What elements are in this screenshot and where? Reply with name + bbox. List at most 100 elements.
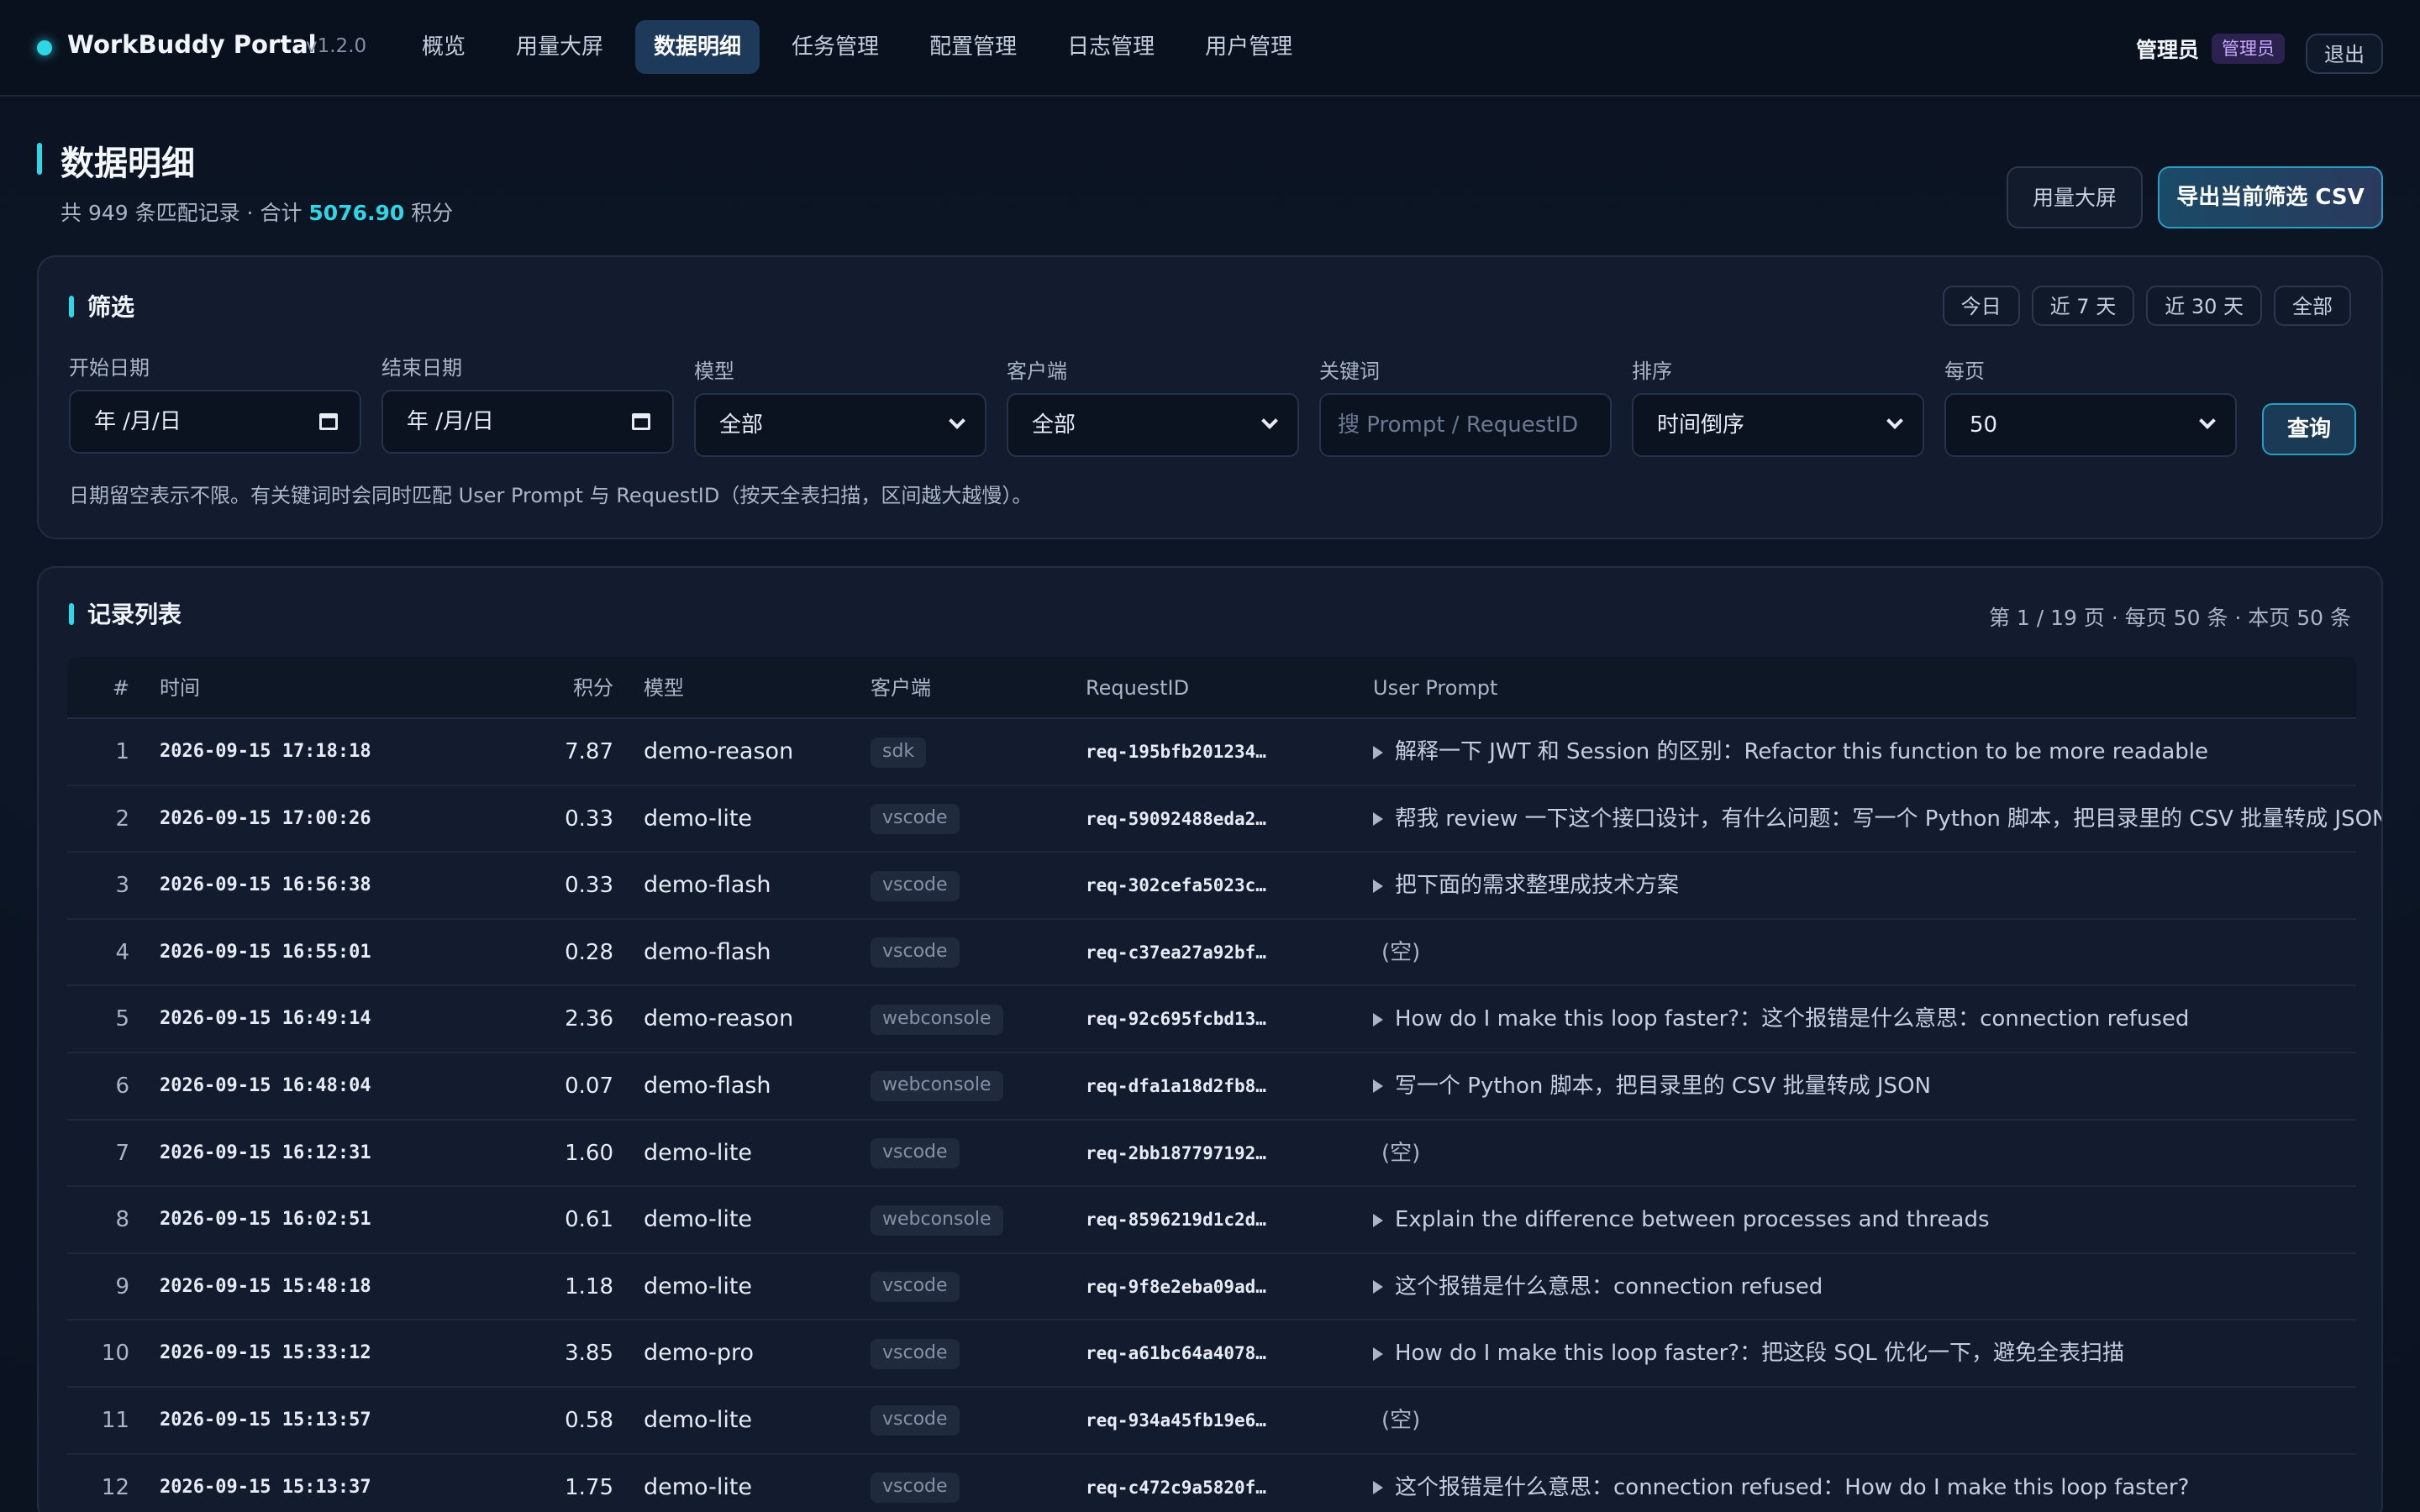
col-requestid-header[interactable]: RequestID xyxy=(1086,657,1189,719)
nav-user-management[interactable]: 用户管理 xyxy=(1186,20,1311,74)
row-request-id[interactable]: req-dfa1a18d2fb8… xyxy=(1086,1053,1266,1119)
end-date-input[interactable]: 年 /月/日 xyxy=(381,390,674,454)
row-prompt[interactable]: 写一个 Python 脚本，把目录里的 CSV 批量转成 JSON xyxy=(1373,1053,1931,1119)
table-row[interactable]: 4 2026-09-15 16:55:01 0.28 demo-flash vscode… xyxy=(67,920,2356,987)
row-request-id[interactable]: req-c37ea27a92bf… xyxy=(1086,920,1266,985)
client-tag: vscode xyxy=(871,1473,960,1504)
table-row[interactable]: 8 2026-09-15 16:02:51 0.61 demo-lite webcons… xyxy=(67,1187,2356,1254)
table-row[interactable]: 11 2026-09-15 15:13:57 0.58 demo-lite vscode… xyxy=(67,1388,2356,1455)
row-prompt[interactable]: 这个报错是什么意思：connection refused xyxy=(1373,1254,1823,1320)
table-header: # 时间 积分 模型 客户端 RequestID User Prompt xyxy=(67,657,2356,719)
row-prompt[interactable]: 帮我 review 一下这个接口设计，有什么问题：写一个 Python 脚本，把… xyxy=(1373,786,2381,852)
row-model: demo-flash xyxy=(644,872,771,899)
usage-dashboard-button[interactable]: 用量大屏 xyxy=(2007,166,2143,228)
nav-config-management[interactable]: 配置管理 xyxy=(911,20,1035,74)
model-label: 模型 xyxy=(694,360,734,383)
row-prompt-text: How do I make this loop faster?：这个报错是什么意… xyxy=(1395,1006,2190,1032)
brand-version: v1.2.0 xyxy=(306,35,367,57)
client-tag: vscode xyxy=(871,804,960,835)
expand-triangle-icon[interactable] xyxy=(1373,1347,1383,1361)
records-accent-bar xyxy=(69,603,74,625)
nav-data-detail[interactable]: 数据明细 xyxy=(635,20,760,74)
table-row[interactable]: 1 2026-09-15 17:18:18 7.87 demo-reason sdk re… xyxy=(67,719,2356,786)
range-30d-button[interactable]: 近 30 天 xyxy=(2146,286,2262,326)
logout-button[interactable]: 退出 xyxy=(2306,34,2383,74)
export-csv-button[interactable]: 导出当前筛选 CSV xyxy=(2158,166,2383,228)
row-client: vscode xyxy=(871,1455,960,1512)
row-prompt[interactable]: How do I make this loop faster?：把这段 SQL … xyxy=(1373,1320,2124,1386)
expand-triangle-icon[interactable] xyxy=(1373,745,1383,759)
row-request-id[interactable]: req-a61bc64a4078… xyxy=(1086,1320,1266,1386)
col-time-header[interactable]: 时间 xyxy=(160,657,200,719)
row-points: 0.28 xyxy=(565,939,613,965)
row-request-id[interactable]: req-302cefa5023c… xyxy=(1086,853,1266,918)
row-client: webconsole xyxy=(871,1053,1003,1119)
records-panel: 记录列表 第 1 / 19 页 · 每页 50 条 · 本页 50 条 # 时间… xyxy=(37,566,2383,1512)
row-prompt[interactable]: 把下面的需求整理成技术方案 xyxy=(1373,853,1679,918)
row-client: vscode xyxy=(871,853,960,918)
query-button[interactable]: 查询 xyxy=(2262,403,2356,455)
row-request-id[interactable]: req-9f8e2eba09ad… xyxy=(1086,1254,1266,1320)
row-request-id[interactable]: req-59092488eda2… xyxy=(1086,786,1266,852)
records-title: 记录列表 xyxy=(87,601,182,628)
expand-triangle-icon[interactable] xyxy=(1373,879,1383,893)
calendar-icon[interactable] xyxy=(632,413,650,430)
table-row[interactable]: 10 2026-09-15 15:33:12 3.85 demo-pro vscode r… xyxy=(67,1320,2356,1388)
expand-triangle-icon[interactable] xyxy=(1373,812,1383,827)
table-row[interactable]: 5 2026-09-15 16:49:14 2.36 demo-reason webco… xyxy=(67,986,2356,1053)
brand-name[interactable]: WorkBuddy Portal xyxy=(67,30,317,59)
calendar-icon[interactable] xyxy=(319,413,338,430)
start-date-value: 年 /月/日 xyxy=(94,409,182,434)
range-7d-button[interactable]: 近 7 天 xyxy=(2031,286,2135,326)
row-prompt[interactable]: 这个报错是什么意思：connection refused：How do I ma… xyxy=(1373,1455,2189,1512)
start-date-input[interactable]: 年 /月/日 xyxy=(69,390,361,454)
row-time: 2026-09-15 15:13:57 xyxy=(160,1409,371,1431)
table-row[interactable]: 2 2026-09-15 17:00:26 0.33 demo-lite vscode r… xyxy=(67,786,2381,853)
row-points: 0.33 xyxy=(565,873,613,899)
row-prompt[interactable]: How do I make this loop faster?：这个报错是什么意… xyxy=(1373,986,2189,1052)
per-page-select[interactable]: 50 xyxy=(1944,393,2237,457)
col-client-header[interactable]: 客户端 xyxy=(871,657,931,719)
sort-select[interactable]: 时间倒序 xyxy=(1632,393,1924,457)
client-select[interactable]: 全部 xyxy=(1007,393,1299,457)
row-request-id[interactable]: req-934a45fb19e6… xyxy=(1086,1388,1266,1453)
row-prompt-text: Explain the difference between processes… xyxy=(1395,1207,1990,1233)
range-all-button[interactable]: 全部 xyxy=(2274,286,2351,326)
col-points-header[interactable]: 积分 xyxy=(563,657,613,719)
row-points: 1.60 xyxy=(565,1140,613,1166)
summary-prefix: 共 949 条匹配记录 · 合计 xyxy=(60,201,302,225)
row-request-id[interactable]: req-8596219d1c2d… xyxy=(1086,1187,1266,1252)
row-index: 10 xyxy=(101,1341,129,1367)
row-request-id[interactable]: req-c472c9a5820f… xyxy=(1086,1455,1266,1512)
table-row[interactable]: 12 2026-09-15 15:13:37 1.75 demo-lite vscode… xyxy=(67,1455,2356,1512)
table-row[interactable]: 9 2026-09-15 15:48:18 1.18 demo-lite vscode r… xyxy=(67,1254,2356,1321)
expand-triangle-icon[interactable] xyxy=(1373,1213,1383,1227)
row-prompt[interactable]: 解释一下 JWT 和 Session 的区别：Refactor this fun… xyxy=(1373,719,2208,785)
table-row[interactable]: 3 2026-09-15 16:56:38 0.33 demo-flash vscode… xyxy=(67,853,2356,920)
keyword-input[interactable]: 搜 Prompt / RequestID xyxy=(1319,393,1612,457)
col-index-header: # xyxy=(112,676,129,700)
row-points: 0.61 xyxy=(565,1207,613,1233)
quick-range-group: 今日 近 7 天 近 30 天 全部 xyxy=(1942,286,2351,326)
row-index: 5 xyxy=(115,1006,129,1032)
table-row[interactable]: 7 2026-09-15 16:12:31 1.60 demo-lite vscode r… xyxy=(67,1121,2356,1188)
row-prompt[interactable]: Explain the difference between processes… xyxy=(1373,1187,1990,1252)
expand-triangle-icon[interactable] xyxy=(1373,1079,1383,1094)
table-row[interactable]: 6 2026-09-15 16:48:04 0.07 demo-flash webcon… xyxy=(67,1053,2356,1121)
col-model-header[interactable]: 模型 xyxy=(644,657,684,719)
row-request-id[interactable]: req-92c695fcbd13… xyxy=(1086,986,1266,1052)
expand-triangle-icon[interactable] xyxy=(1373,1280,1383,1294)
expand-triangle-icon[interactable] xyxy=(1373,1012,1383,1026)
row-request-id[interactable]: req-195bfb201234… xyxy=(1086,719,1266,785)
nav-overview[interactable]: 概览 xyxy=(403,20,484,74)
nav-usage-dashboard[interactable]: 用量大屏 xyxy=(497,20,622,74)
summary-suffix: 积分 xyxy=(411,201,454,225)
nav-log-management[interactable]: 日志管理 xyxy=(1049,20,1173,74)
range-today-button[interactable]: 今日 xyxy=(1942,286,2020,326)
brand-status-dot xyxy=(37,40,52,55)
model-select[interactable]: 全部 xyxy=(694,393,986,457)
filter-accent-bar xyxy=(69,296,74,318)
nav-task-management[interactable]: 任务管理 xyxy=(773,20,897,74)
expand-triangle-icon[interactable] xyxy=(1373,1481,1383,1495)
row-request-id[interactable]: req-2bb187797192… xyxy=(1086,1121,1266,1186)
